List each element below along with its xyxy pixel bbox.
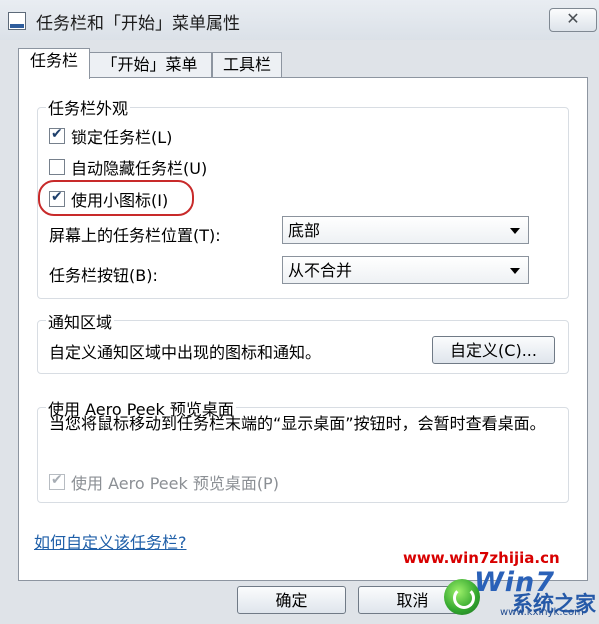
autohide-option[interactable]: 自动隐藏任务栏(U) [49,155,207,179]
aero-peek-option[interactable]: 使用 Aero Peek 预览桌面(P) [49,470,279,494]
small-icons-option[interactable]: 使用小图标(I) [49,187,168,211]
small-icons-checkbox[interactable] [49,189,65,207]
buttons-label: 任务栏按钮(B): [49,266,158,285]
aero-peek-label: 使用 Aero Peek 预览桌面(P) [71,474,279,493]
aero-peek-checkbox[interactable] [49,472,65,490]
small-icons-label: 使用小图标(I) [71,191,169,210]
autohide-checkbox[interactable] [49,159,65,175]
position-label: 屏幕上的任务栏位置(T): [49,226,221,245]
ok-button[interactable]: 确定 [237,586,346,614]
tab-start-menu[interactable]: 「开始」菜单 [87,52,212,78]
watermark-logo: Win7 系统之家 www.kxinyk.com [444,565,596,624]
title-bar: 任务栏和「开始」菜单属性 ✕ [0,0,599,40]
close-button[interactable]: ✕ [549,8,597,32]
buttons-select[interactable]: 从不合并 [282,256,529,284]
aero-peek-description: 当您将鼠标移动到任务栏末端的“显示桌面”按钮时，会暂时查看桌面。 [49,414,546,433]
help-link[interactable]: 如何自定义该任务栏? [34,529,187,553]
autohide-label: 自动隐藏任务栏(U) [71,159,208,178]
notification-title: 通知区域 [46,309,115,333]
dropdown-arrow-icon [510,228,520,234]
position-value: 底部 [288,221,321,240]
logo-site-text: www.kxinyk.com [500,607,584,618]
buttons-value: 从不合并 [288,261,353,280]
window-title: 任务栏和「开始」菜单属性 [36,14,240,34]
tab-toolbars[interactable]: 工具栏 [212,52,282,78]
window-icon [8,12,26,30]
customize-button[interactable]: 自定义(C)... [432,336,555,364]
tab-taskbar[interactable]: 任务栏 [18,48,90,79]
logo-orb-icon [444,579,480,615]
appearance-title: 任务栏外观 [46,95,131,119]
lock-taskbar-checkbox[interactable] [49,126,65,144]
lock-taskbar-label: 锁定任务栏(L) [71,128,173,147]
notification-description: 自定义通知区域中出现的图标和通知。 [49,343,322,362]
position-select[interactable]: 底部 [282,216,529,244]
dropdown-arrow-icon [510,268,520,274]
lock-taskbar-option[interactable]: 锁定任务栏(L) [49,124,172,148]
